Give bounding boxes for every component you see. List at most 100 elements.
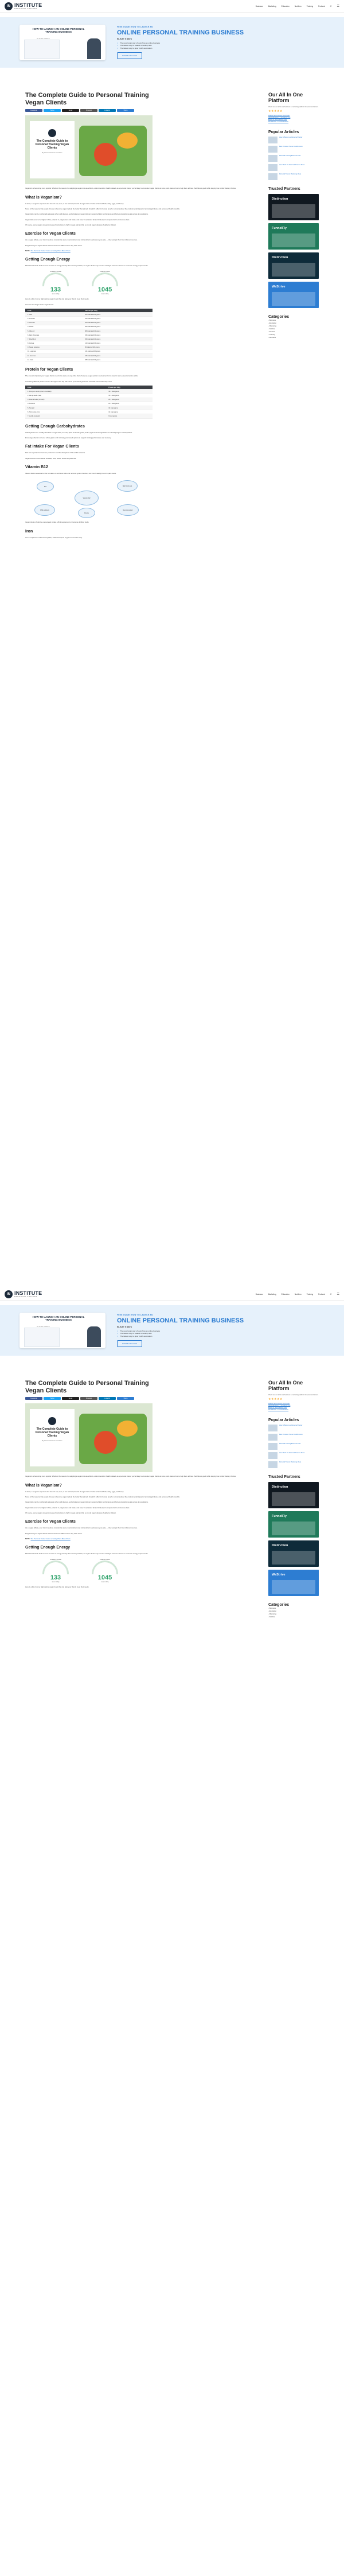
popular-article[interactable]: How to Become a Personal Trainer — [268, 137, 319, 144]
share-pinterest-button[interactable]: Pinterest — [80, 109, 97, 112]
popular-article[interactable]: Best Personal Trainer Certifications — [268, 146, 319, 153]
search-icon[interactable]: ⌕ — [330, 5, 332, 8]
hamburger-icon[interactable]: ☰ — [337, 5, 339, 8]
check-icon: ✓ — [117, 44, 119, 47]
nav-podcast[interactable]: Podcast — [318, 1293, 325, 1295]
share-facebook-button[interactable]: Facebook — [25, 1397, 42, 1400]
nav-education[interactable]: Education — [282, 5, 290, 7]
site-header: IN INSTITUTE PERSONAL TRAINER Business M… — [0, 1288, 344, 1301]
promo-image: HOW TO LAUNCH AN ONLINE PERSONAL TRAININ… — [19, 1313, 105, 1348]
table-row: 11. Hummus 166 calories/100 grams — [25, 353, 153, 359]
share-linkedin-button[interactable]: LinkedIn — [99, 109, 116, 112]
table-row: 9. Sweet potatoes 86 calories/100 grams — [25, 345, 153, 350]
share-pinterest-button[interactable]: Pinterest — [80, 1397, 97, 1400]
popular-heading: Popular Articles — [268, 130, 299, 135]
energy-comparison-graphic: Chicken breast 133 kcal / 100g Peanut bu… — [25, 1558, 255, 1583]
partner-banner[interactable]: Distinction — [268, 1482, 319, 1509]
share-bar: Facebook Twitter Email Pinterest LinkedI… — [25, 1397, 255, 1400]
site-view: IN INSTITUTE PERSONAL TRAINER Business M… — [0, 0, 344, 1288]
nav-nutrition[interactable]: Nutrition — [295, 5, 302, 7]
article-title: The Complete Guide to Personal Training … — [25, 1380, 149, 1395]
categories-heading: Categories — [268, 1603, 290, 1608]
site-logo[interactable]: IN INSTITUTE PERSONAL TRAINER — [5, 2, 42, 10]
share-email-button[interactable]: Email — [62, 1397, 79, 1400]
share-twitter-button[interactable]: Twitter — [44, 109, 61, 112]
share-linkedin-button[interactable]: LinkedIn — [99, 1397, 116, 1400]
share-email-button[interactable]: Email — [62, 109, 79, 112]
partner-banner[interactable]: WeStrive — [268, 1570, 319, 1597]
sidebar-platform-title: Our All In One Platform — [268, 1380, 303, 1392]
nav-nutrition[interactable]: Nutrition — [295, 1293, 302, 1295]
category-link[interactable]: Wellness — [268, 336, 319, 339]
platform-link[interactable]: PAYMENTS / CLIENT INTAKE — [268, 1409, 319, 1411]
check-icon: ✓ — [117, 1329, 119, 1332]
hero-title: The Complete Guide to Personal Training … — [35, 1427, 69, 1438]
nav-business[interactable]: Business — [256, 1293, 263, 1295]
gauge-graphic — [92, 1561, 118, 1575]
nav-training[interactable]: Training — [307, 5, 313, 7]
popular-article[interactable]: Personal Trainer Marketing Ideas — [268, 173, 319, 181]
section-heading: Iron — [25, 529, 33, 534]
article-thumbnail — [268, 146, 277, 153]
share-more-button[interactable]: Share — [117, 1397, 134, 1400]
note-link[interactable]: The Personal Trainer Guide to Eating Pla… — [30, 1538, 70, 1540]
article-thumbnail — [268, 1452, 277, 1460]
partners-heading: Trusted Partners — [268, 187, 300, 192]
popular-article[interactable]: Personal Training Business Plan — [268, 155, 319, 162]
section-heading: What is Veganism? — [25, 1483, 62, 1488]
section-heading: Protein for Vegan Clients — [25, 368, 73, 372]
partner-banner[interactable]: FunnelFly — [268, 1511, 319, 1538]
promo-card-title: HOW TO LAUNCH AN ONLINE PERSONAL TRAININ… — [32, 28, 85, 33]
article-thumbnail — [268, 164, 277, 172]
share-twitter-button[interactable]: Twitter — [44, 1397, 61, 1400]
popular-article[interactable]: Best Personal Trainer Certifications — [268, 1434, 319, 1441]
popular-article[interactable]: How Much Do Personal Trainers Make — [268, 164, 319, 172]
nav-education[interactable]: Education — [282, 1293, 290, 1295]
table-row: 2. Avocado 160 calories/100 grams — [25, 316, 153, 321]
nav-podcast[interactable]: Podcast — [318, 5, 325, 7]
content-area: The Complete Guide to Personal Training … — [0, 1380, 344, 1618]
table-row: 4. Seeds 560 calories/100 grams — [25, 325, 153, 329]
rating-stars: ★★★★★ — [268, 109, 283, 113]
popular-article[interactable]: How to Become a Personal Trainer — [268, 1425, 319, 1432]
category-link[interactable]: Nutrition — [268, 1616, 319, 1618]
promo-bullets: ✓ The new, better way of launching an onl… — [117, 1330, 255, 1338]
nav-marketing[interactable]: Marketing — [268, 5, 276, 7]
check-icon: ✓ — [117, 1332, 119, 1335]
table-row: 6. Dark chocolate 546 calories/100 grams — [25, 333, 153, 338]
site-logo[interactable]: IN INSTITUTE PERSONAL TRAINER — [5, 1290, 42, 1298]
hamburger-icon[interactable]: ☰ — [337, 1293, 339, 1296]
partner-banner[interactable]: Distinction — [268, 194, 319, 221]
logo-subtitle: PERSONAL TRAINER — [14, 7, 37, 10]
note-link[interactable]: The Personal Trainer Guide to Eating Pla… — [30, 250, 70, 252]
popular-article[interactable]: Personal Training Business Plan — [268, 1443, 319, 1450]
promo-banner: HOW TO LAUNCH AN ONLINE PERSONAL TRAININ… — [0, 1305, 344, 1356]
sidebar: Our All In One Platform Check out our al… — [268, 92, 319, 539]
download-button[interactable]: DOWNLOAD NOW — [117, 52, 142, 60]
partner-banner[interactable]: Distinction — [268, 252, 319, 279]
hero-image: The Complete Guide to Personal Training … — [25, 115, 153, 185]
popular-article[interactable]: How Much Do Personal Trainers Make — [268, 1452, 319, 1460]
download-button[interactable]: DOWNLOAD NOW — [117, 1340, 142, 1348]
categories-heading: Categories — [268, 315, 290, 320]
nav-training[interactable]: Training — [307, 1293, 313, 1295]
section-heading: Getting Enough Carbohydrates — [25, 424, 85, 429]
platform-link[interactable]: PAYMENTS / CLIENT INTAKE — [268, 121, 319, 123]
table-row: 10. Legumes 116 calories/100 grams — [25, 349, 153, 355]
popular-heading: Popular Articles — [268, 1418, 299, 1423]
partner-banner[interactable]: Distinction — [268, 1540, 319, 1567]
search-icon[interactable]: ⌕ — [330, 1293, 332, 1296]
partner-banner[interactable]: FunnelFly — [268, 223, 319, 250]
partner-banner[interactable]: WeStrive — [268, 282, 319, 309]
article-note: NOTE: The Personal Trainer Guide to Eati… — [25, 1538, 71, 1540]
share-more-button[interactable]: Share — [117, 109, 134, 112]
article-thumbnail — [268, 173, 277, 181]
promo-bullet: ✓ The fastest way to grow it with automat… — [117, 47, 153, 50]
popular-article[interactable]: Personal Trainer Marketing Ideas — [268, 1461, 319, 1469]
nav-marketing[interactable]: Marketing — [268, 1293, 276, 1295]
share-facebook-button[interactable]: Facebook — [25, 109, 42, 112]
hero-byline: By Personal Trainer Education — [42, 151, 62, 154]
nav-business[interactable]: Business — [256, 5, 263, 7]
article-thumbnail — [268, 155, 277, 162]
sidebar-platform-title: Our All In One Platform — [268, 92, 303, 104]
